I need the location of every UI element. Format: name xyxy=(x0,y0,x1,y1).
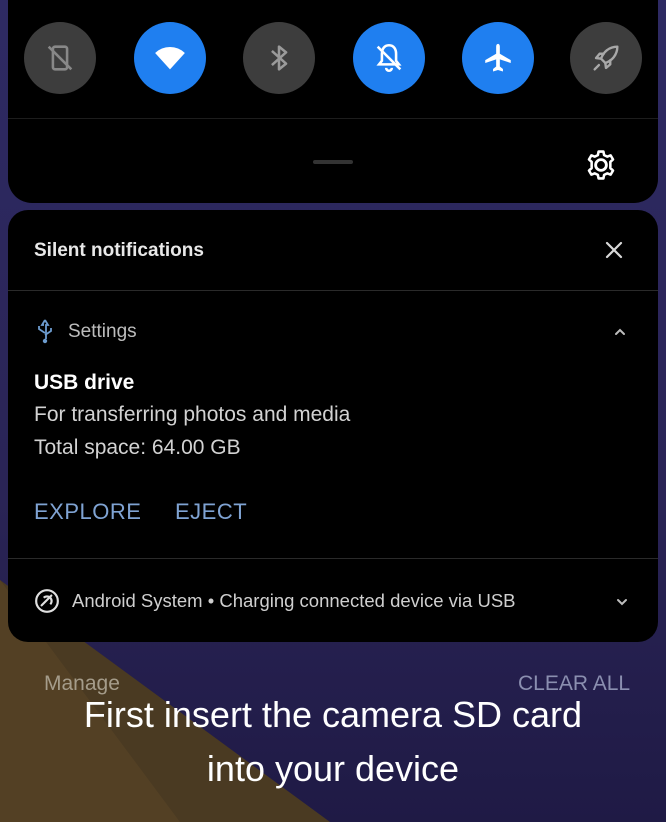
explore-button[interactable]: EXPLORE xyxy=(34,499,141,525)
android-system-icon xyxy=(35,589,59,613)
android-system-text: Android System • Charging connected devi… xyxy=(72,590,516,611)
airplane-mode-tile[interactable] xyxy=(462,22,534,94)
quick-settings-panel xyxy=(8,0,658,203)
chevron-down-icon[interactable] xyxy=(612,592,632,612)
divider xyxy=(8,558,658,559)
do-not-disturb-tile[interactable] xyxy=(353,22,425,94)
divider xyxy=(8,290,658,291)
android-system-notification[interactable]: Android System • Charging connected devi… xyxy=(34,588,516,614)
gear-icon[interactable] xyxy=(584,148,618,182)
notification-title: USB drive xyxy=(34,371,135,394)
storage-total-space: Total space: 64.00 GB xyxy=(34,436,241,459)
close-icon[interactable] xyxy=(602,238,626,262)
notification-header: Silent notifications xyxy=(8,210,658,290)
quick-settings-divider xyxy=(8,118,658,119)
expand-handle[interactable] xyxy=(313,160,353,164)
bluetooth-icon xyxy=(271,45,288,71)
wifi-tile[interactable] xyxy=(134,22,206,94)
usb-notification-app-row: Settings xyxy=(34,318,137,346)
silent-notifications-title: Silent notifications xyxy=(34,240,204,261)
caption-line-2: into your device xyxy=(206,748,460,789)
rocket-icon xyxy=(593,45,619,71)
chevron-up-icon[interactable] xyxy=(610,322,630,342)
notification-card: Silent notifications Settings USB drive … xyxy=(8,210,658,642)
notification-description: For transferring photos and media xyxy=(34,403,351,426)
performance-tile[interactable] xyxy=(570,22,642,94)
caption-line-1: First insert the camera SD card xyxy=(83,694,583,735)
quick-settings-row xyxy=(8,22,658,96)
auto-rotate-tile[interactable] xyxy=(24,22,96,94)
airplane-icon xyxy=(485,43,511,72)
app-name: Settings xyxy=(68,321,137,342)
eject-button[interactable]: EJECT xyxy=(175,499,247,525)
instruction-caption: First insert the camera SD card into you… xyxy=(0,688,666,796)
bluetooth-tile[interactable] xyxy=(243,22,315,94)
usb-icon xyxy=(38,319,52,344)
wifi-icon xyxy=(155,46,185,70)
auto-rotate-off-icon xyxy=(47,45,73,71)
notifications-off-icon xyxy=(376,43,402,72)
